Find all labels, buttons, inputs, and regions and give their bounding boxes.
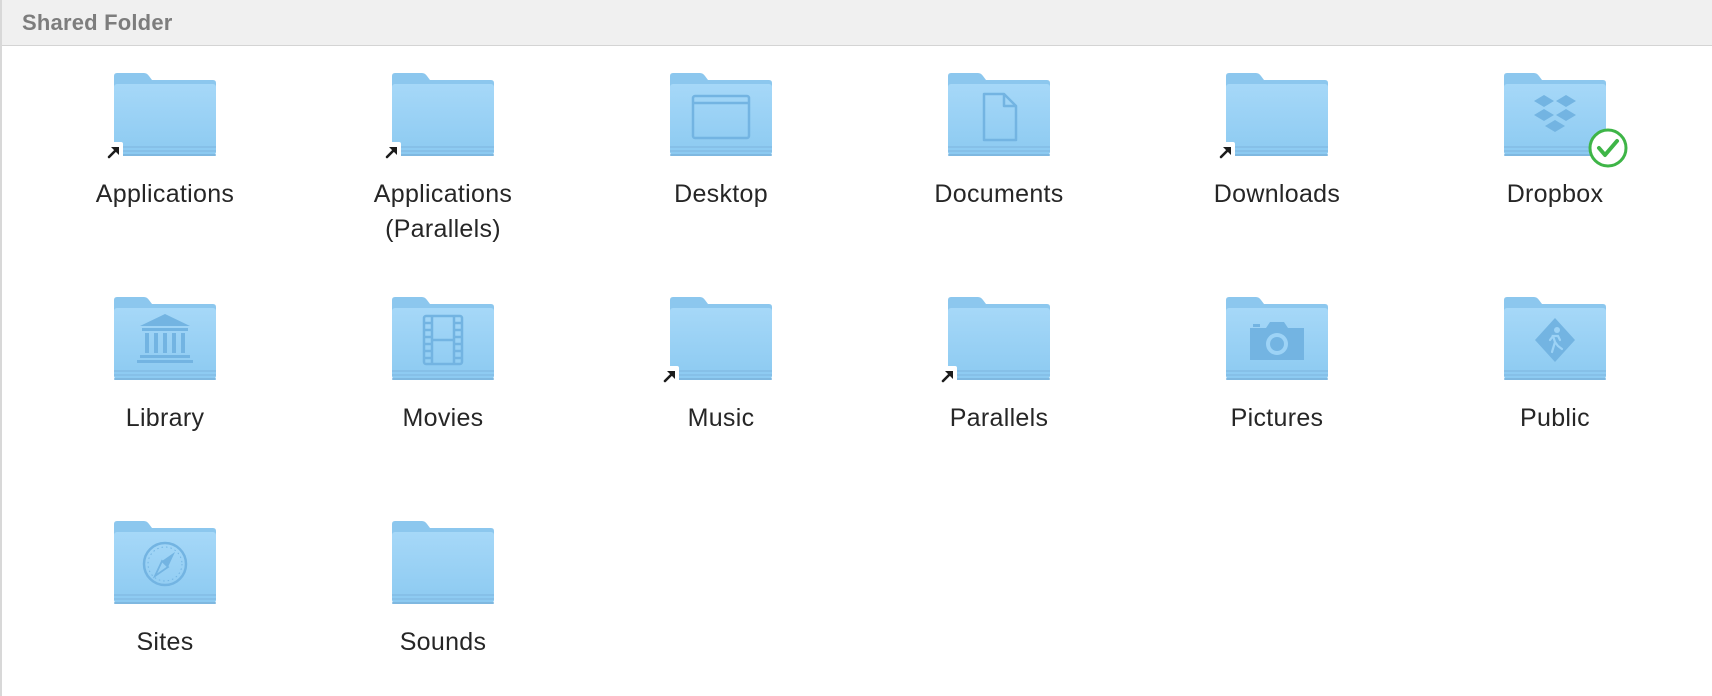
alias-arrow-icon <box>383 142 401 160</box>
folder-item-desktop[interactable]: Desktop <box>586 70 856 212</box>
alias-arrow-icon <box>661 366 679 384</box>
folder-item-parallels[interactable]: Parallels <box>864 294 1134 436</box>
folder-icon <box>110 518 220 608</box>
folder-label: Pictures <box>1230 404 1324 432</box>
folder-label: Applications (Parallels) <box>373 180 513 243</box>
folder-icon <box>388 294 498 384</box>
folder-item-library[interactable]: Library <box>30 294 300 436</box>
folder-label: Library <box>125 404 205 432</box>
folder-icon <box>383 70 498 160</box>
alias-arrow-icon <box>939 366 957 384</box>
folder-label: Public <box>1520 404 1590 432</box>
folder-item-documents[interactable]: Documents <box>864 70 1134 212</box>
sync-check-icon <box>1588 128 1628 168</box>
folder-label: Documents <box>934 180 1064 208</box>
finder-window: Shared Folder Applications Applications … <box>0 0 1712 696</box>
folder-label: Music <box>687 404 755 432</box>
folder-icon <box>110 294 220 384</box>
folder-icon <box>1217 70 1332 160</box>
folder-icon <box>666 70 776 160</box>
folder-icon <box>388 518 498 608</box>
folder-icon-grid: Applications Applications (Parallels) De… <box>2 46 1712 696</box>
window-title: Shared Folder <box>22 9 173 35</box>
folder-item-pictures[interactable]: Pictures <box>1142 294 1412 436</box>
folder-item-dropbox[interactable]: Dropbox <box>1420 70 1690 212</box>
folder-item-music[interactable]: Music <box>586 294 856 436</box>
folder-item-applications[interactable]: Applications <box>30 70 300 212</box>
folder-label: Dropbox <box>1506 180 1604 208</box>
folder-label: Sites <box>136 628 194 656</box>
folder-label: Sounds <box>399 628 487 656</box>
folder-icon <box>944 70 1054 160</box>
folder-label: Desktop <box>674 180 768 208</box>
alias-arrow-icon <box>1217 142 1235 160</box>
folder-item-public[interactable]: Public <box>1420 294 1690 436</box>
folder-icon <box>939 294 1054 384</box>
folder-icon <box>1222 294 1332 384</box>
window-titlebar: Shared Folder <box>2 0 1712 46</box>
folder-item-applications-parallels[interactable]: Applications (Parallels) <box>308 70 578 247</box>
folder-icon <box>1500 70 1628 168</box>
folder-icon <box>1500 294 1610 384</box>
folder-item-movies[interactable]: Movies <box>308 294 578 436</box>
folder-icon <box>661 294 776 384</box>
folder-icon <box>105 70 220 160</box>
folder-label: Downloads <box>1213 180 1341 208</box>
alias-arrow-icon <box>105 142 123 160</box>
folder-item-sounds[interactable]: Sounds <box>308 518 578 660</box>
folder-item-downloads[interactable]: Downloads <box>1142 70 1412 212</box>
folder-label: Applications <box>95 180 235 208</box>
folder-label: Movies <box>402 404 484 432</box>
folder-label: Parallels <box>949 404 1049 432</box>
folder-item-sites[interactable]: Sites <box>30 518 300 660</box>
